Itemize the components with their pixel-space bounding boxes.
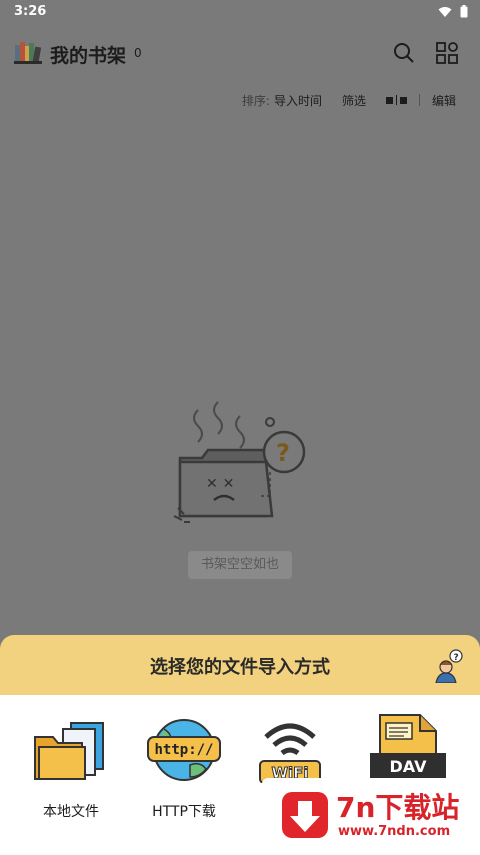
http-globe-icon: http://: [147, 719, 221, 781]
watermark-url: www.7ndn.com: [338, 824, 451, 839]
dav-document-icon: DAV: [370, 714, 446, 783]
svg-text:DAV: DAV: [390, 757, 428, 776]
import-option-local-file[interactable]: 本地文件: [21, 713, 121, 821]
svg-text:✕ ✕: ✕ ✕: [206, 476, 234, 492]
page-title: 我的书架: [50, 45, 127, 67]
battery-icon: [460, 5, 468, 18]
sort-button[interactable]: 导入时间: [274, 92, 322, 109]
help-person-icon[interactable]: ?: [434, 649, 464, 683]
filter-button[interactable]: 筛选: [342, 92, 366, 109]
watermark: 7n下载站 www.7ndn.com: [262, 778, 474, 850]
grid-view-icon[interactable]: [436, 42, 458, 64]
download-badge-icon: [282, 792, 328, 838]
folder-files-icon: [34, 722, 104, 780]
sort-label: 排序:: [241, 93, 270, 108]
import-option-http[interactable]: http:// HTTP下载: [134, 713, 234, 821]
wifi-status-icon: [438, 6, 452, 17]
svg-text:?: ?: [454, 653, 459, 663]
svg-text:http://: http://: [154, 742, 213, 758]
empty-folder-icon: ✕ ✕ ?: [173, 401, 306, 523]
import-sheet-header: 选择您的文件导入方式 ?: [0, 635, 480, 697]
bookshelf-logo-icon: [14, 42, 42, 64]
watermark-brand: 7n下载站: [336, 791, 460, 824]
status-time: 3:26: [14, 4, 47, 19]
toolbar-divider: [418, 94, 420, 106]
edit-button[interactable]: 编辑: [432, 92, 456, 109]
wifi-icon: WiFi: [259, 723, 321, 783]
svg-text:?: ?: [276, 439, 290, 467]
shelf-toolbar: 排序: 导入时间 筛选 编辑: [242, 90, 456, 110]
search-icon[interactable]: [393, 42, 415, 64]
book-count: 0: [134, 46, 142, 60]
status-bar: 3:26: [0, 0, 480, 26]
app-bar: 我的书架 0: [0, 26, 480, 82]
empty-message: 书架空空如也: [188, 551, 292, 579]
sheet-title: 选择您的文件导入方式: [150, 657, 330, 678]
status-icons: [438, 5, 468, 18]
option-label: HTTP下载: [152, 804, 216, 820]
option-label: 本地文件: [43, 804, 99, 820]
layout-toggle-button[interactable]: [385, 95, 407, 105]
